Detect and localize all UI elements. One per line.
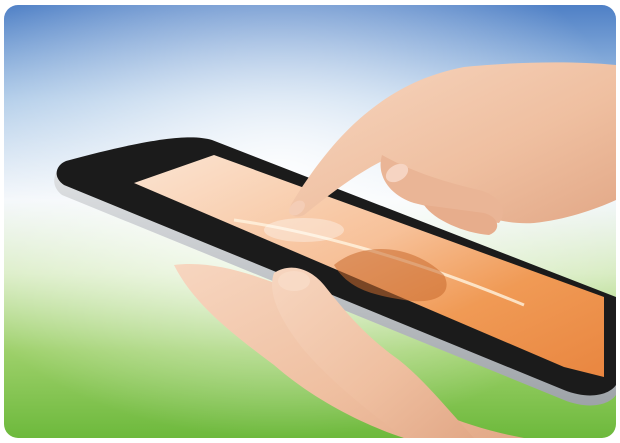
photo-frame bbox=[4, 5, 616, 438]
tablet-photo bbox=[4, 5, 616, 438]
